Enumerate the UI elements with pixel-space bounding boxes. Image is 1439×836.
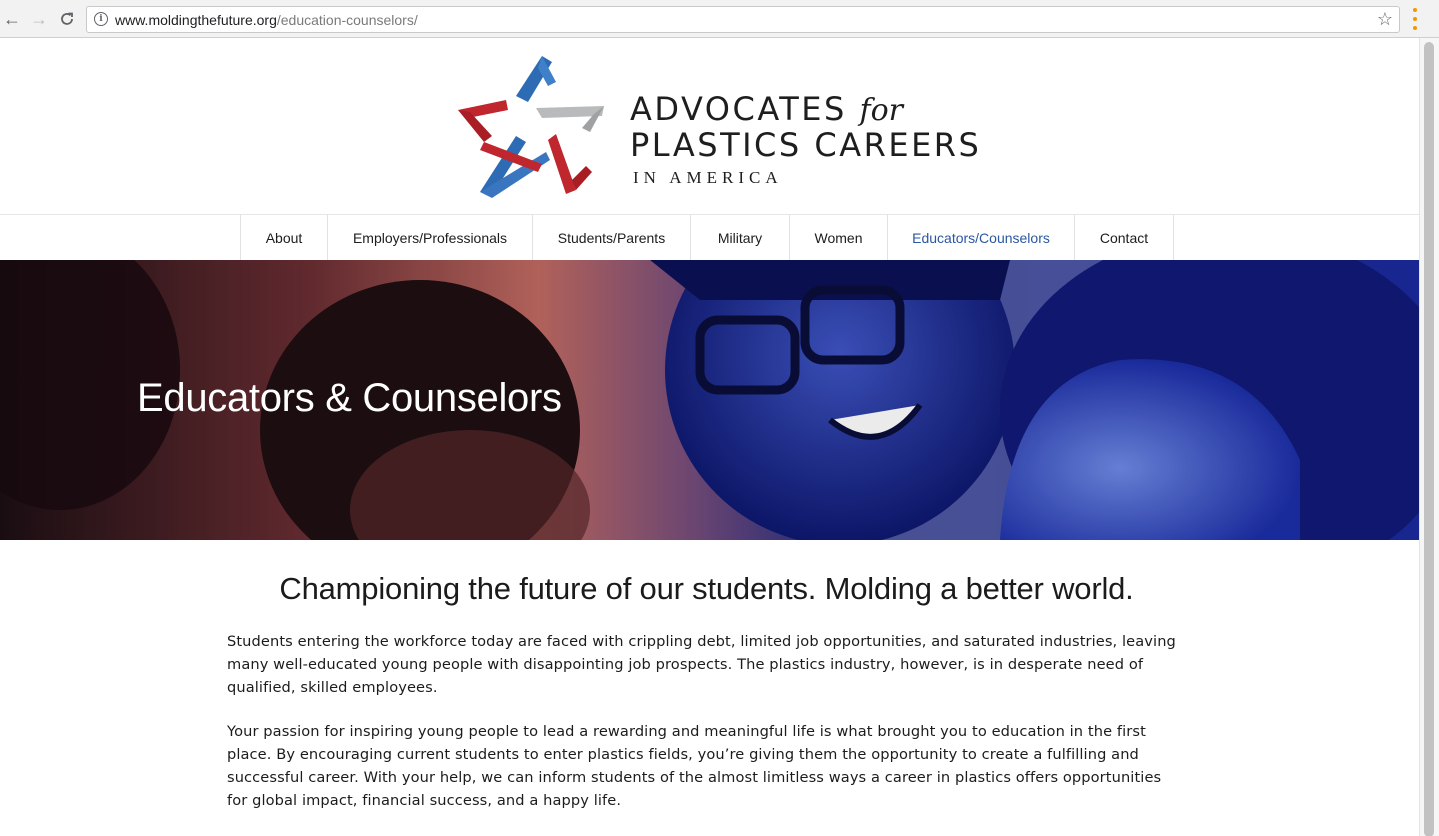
address-bar[interactable]: i www.moldingthefuture.org/education-cou… [86, 6, 1400, 33]
nav-list: About Employers/Professionals Students/P… [240, 215, 1174, 260]
browser-toolbar: ← → i www.moldingthefuture.org/education… [0, 0, 1439, 38]
logo-line-1: ADVOCATES for [630, 92, 981, 128]
logo-line-2: PLASTICS CAREERS [630, 126, 982, 164]
site-header: ADVOCATES for PLASTICS CAREERS IN AMERIC… [0, 38, 1419, 214]
forward-icon[interactable]: → [29, 9, 49, 29]
scrollbar[interactable] [1419, 38, 1439, 836]
info-icon[interactable]: i [94, 12, 108, 26]
nav-item-about[interactable]: About [241, 215, 328, 260]
logo-wordmark: ADVOCATES for PLASTICS CAREERS IN AMERIC… [630, 92, 981, 188]
back-icon[interactable]: ← [2, 9, 22, 29]
nav-item-contact[interactable]: Contact [1075, 215, 1174, 260]
logo-advocates: ADVOCATES [630, 90, 847, 128]
hero-banner: Educators & Counselors [0, 260, 1419, 540]
nav-item-women[interactable]: Women [790, 215, 888, 260]
reload-icon[interactable] [57, 9, 77, 29]
url-text[interactable]: www.moldingthefuture.org/education-couns… [115, 12, 418, 28]
page-headline: Championing the future of our students. … [279, 571, 1134, 606]
nav-item-employers[interactable]: Employers/Professionals [328, 215, 533, 260]
vertical-dots-icon[interactable] [1412, 8, 1418, 30]
hero-title: Educators & Counselors [137, 376, 562, 420]
site-logo[interactable]: ADVOCATES for PLASTICS CAREERS IN AMERIC… [454, 52, 979, 204]
nav-item-students[interactable]: Students/Parents [533, 215, 691, 260]
scrollbar-thumb[interactable] [1424, 42, 1434, 836]
web-page: ADVOCATES for PLASTICS CAREERS IN AMERIC… [0, 38, 1419, 836]
main-nav: About Employers/Professionals Students/P… [0, 214, 1419, 260]
url-domain: www.moldingthefuture.org [115, 12, 277, 28]
body-paragraph: Your passion for inspiring young people … [227, 723, 1162, 809]
url-path: /education-counselors/ [276, 12, 418, 28]
intro-paragraph: Students entering the workforce today ar… [227, 633, 1176, 696]
nav-item-military[interactable]: Military [691, 215, 790, 260]
logo-for: for [859, 93, 903, 128]
nav-item-educators[interactable]: Educators/Counselors [888, 215, 1075, 260]
star-icon[interactable]: ☆ [1377, 9, 1393, 30]
star-logo-icon [458, 56, 604, 198]
logo-line-3: IN AMERICA [633, 168, 783, 187]
